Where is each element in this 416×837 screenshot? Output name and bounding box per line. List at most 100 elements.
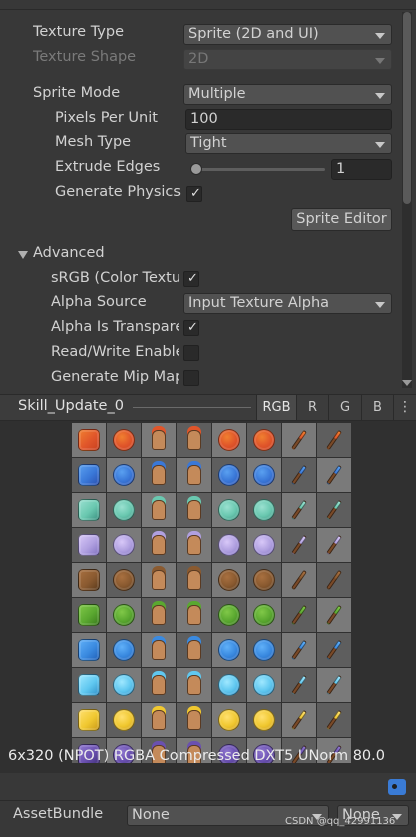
preview-title: Skill_Update_0 bbox=[18, 398, 124, 414]
sprite-cell bbox=[177, 423, 211, 457]
sprite-cell bbox=[282, 493, 316, 527]
ice-orb-icon bbox=[218, 674, 240, 696]
sprite-cell bbox=[177, 703, 211, 737]
fire-orb-icon bbox=[113, 429, 135, 451]
light-orb-icon bbox=[253, 709, 275, 731]
sprite-mode-dropdown[interactable]: Multiple bbox=[183, 84, 392, 105]
inspector-scrollbar[interactable] bbox=[402, 12, 412, 388]
chevron-down-icon bbox=[375, 58, 385, 64]
sprite-cell bbox=[317, 563, 351, 597]
sprite-cell bbox=[177, 458, 211, 492]
sprite-cell bbox=[107, 703, 141, 737]
sprite-cell bbox=[317, 493, 351, 527]
wind-staff-icon bbox=[291, 499, 307, 521]
sprite-cell bbox=[107, 458, 141, 492]
sprite-cell bbox=[212, 703, 246, 737]
channel-b-button[interactable]: B bbox=[361, 395, 393, 420]
fire-orb-icon bbox=[218, 429, 240, 451]
extrude-edges-field[interactable]: 1 bbox=[331, 159, 392, 180]
sprite-cell bbox=[177, 563, 211, 597]
sprite-cell bbox=[247, 563, 281, 597]
alpha-transparency-checkbox[interactable]: ✓ bbox=[183, 320, 199, 336]
frost-staff-icon bbox=[326, 639, 342, 661]
nature-orb-icon bbox=[113, 604, 135, 626]
kebab-menu-icon[interactable]: ⋮ bbox=[393, 395, 416, 420]
light-staff-icon bbox=[326, 709, 342, 731]
frost-staff-icon bbox=[291, 639, 307, 661]
light-staff-icon bbox=[291, 709, 307, 731]
light-orb-icon bbox=[218, 709, 240, 731]
sprite-cell bbox=[72, 668, 106, 702]
sprite-cell bbox=[247, 668, 281, 702]
sprite-cell bbox=[72, 598, 106, 632]
water-hand-icon bbox=[187, 465, 201, 485]
wind-hand-icon bbox=[187, 500, 201, 520]
channel-g-button[interactable]: G bbox=[328, 395, 361, 420]
mipmap-checkbox[interactable] bbox=[183, 370, 199, 386]
sprite-cell bbox=[212, 598, 246, 632]
texture-info-text: 6x320 (NPOT) RGBA Compressed DXT5 UNorm … bbox=[8, 748, 385, 764]
sprite-cell bbox=[282, 423, 316, 457]
frost-hand-icon bbox=[187, 640, 201, 660]
water-staff-icon bbox=[326, 464, 342, 486]
sprite-cell bbox=[317, 528, 351, 562]
scrollbar-thumb[interactable] bbox=[403, 12, 411, 204]
chevron-down-icon bbox=[375, 93, 385, 99]
light-scroll-icon bbox=[78, 709, 100, 731]
alpha-source-dropdown[interactable]: Input Texture Alpha bbox=[183, 293, 392, 314]
sprite-editor-button[interactable]: Sprite Editor bbox=[291, 208, 392, 231]
sprite-cell bbox=[282, 668, 316, 702]
generate-physics-checkbox[interactable]: ✓ bbox=[186, 186, 202, 202]
read-write-checkbox[interactable] bbox=[183, 345, 199, 361]
earth-hand-icon bbox=[152, 570, 166, 590]
channel-rgb-button[interactable]: RGB bbox=[256, 395, 296, 420]
texture-type-dropdown[interactable]: Sprite (2D and UI) bbox=[183, 24, 392, 45]
sprite-cell bbox=[72, 493, 106, 527]
sprite-cell bbox=[107, 528, 141, 562]
extrude-edges-slider[interactable] bbox=[190, 163, 325, 175]
frost-scroll-icon bbox=[78, 639, 100, 661]
channel-r-button[interactable]: R bbox=[296, 395, 328, 420]
scroll-down-arrow-icon[interactable] bbox=[402, 380, 412, 386]
fire-staff-icon bbox=[326, 429, 342, 451]
earth-orb-icon bbox=[113, 569, 135, 591]
pixels-per-unit-field[interactable]: 100 bbox=[185, 109, 392, 130]
sprite-cell bbox=[72, 458, 106, 492]
sprite-cell bbox=[72, 703, 106, 737]
earth-orb-icon bbox=[218, 569, 240, 591]
water-hand-icon bbox=[152, 465, 166, 485]
advanced-foldout-label[interactable]: Advanced bbox=[33, 245, 105, 261]
frost-orb-icon bbox=[218, 639, 240, 661]
sprite-cell bbox=[177, 668, 211, 702]
slider-handle[interactable] bbox=[190, 163, 202, 175]
top-divider bbox=[0, 0, 416, 10]
sprite-cell bbox=[177, 633, 211, 667]
alpha-source-value: Input Texture Alpha bbox=[188, 295, 330, 311]
light-hand-icon bbox=[187, 710, 201, 730]
sprite-cell bbox=[72, 563, 106, 597]
water-orb-icon bbox=[253, 464, 275, 486]
foldout-arrow-icon[interactable] bbox=[18, 251, 28, 259]
assetbundle-label: AssetBundle bbox=[13, 806, 104, 822]
mesh-type-dropdown[interactable]: Tight bbox=[185, 133, 392, 154]
spirit-staff-icon bbox=[291, 534, 307, 556]
preview-splitter[interactable] bbox=[133, 407, 251, 408]
generate-physics-label: Generate Physics bbox=[55, 184, 181, 200]
earth-staff-icon bbox=[326, 569, 342, 591]
srgb-checkbox[interactable]: ✓ bbox=[183, 271, 199, 287]
sprite-cell bbox=[282, 458, 316, 492]
light-orb-icon bbox=[113, 709, 135, 731]
ice-staff-icon bbox=[291, 674, 307, 696]
sprite-mode-label: Sprite Mode bbox=[33, 85, 121, 101]
nature-hand-icon bbox=[187, 605, 201, 625]
ice-staff-icon bbox=[326, 674, 342, 696]
texture-type-value: Sprite (2D and UI) bbox=[188, 26, 319, 42]
sprite-cell bbox=[142, 563, 176, 597]
spirit-staff-icon bbox=[326, 534, 342, 556]
chevron-down-icon bbox=[375, 142, 385, 148]
frost-orb-icon bbox=[113, 639, 135, 661]
sprite-cell bbox=[142, 528, 176, 562]
tag-icon[interactable] bbox=[388, 779, 406, 795]
frost-orb-icon bbox=[253, 639, 275, 661]
sprite-sheet-preview[interactable] bbox=[72, 423, 351, 763]
